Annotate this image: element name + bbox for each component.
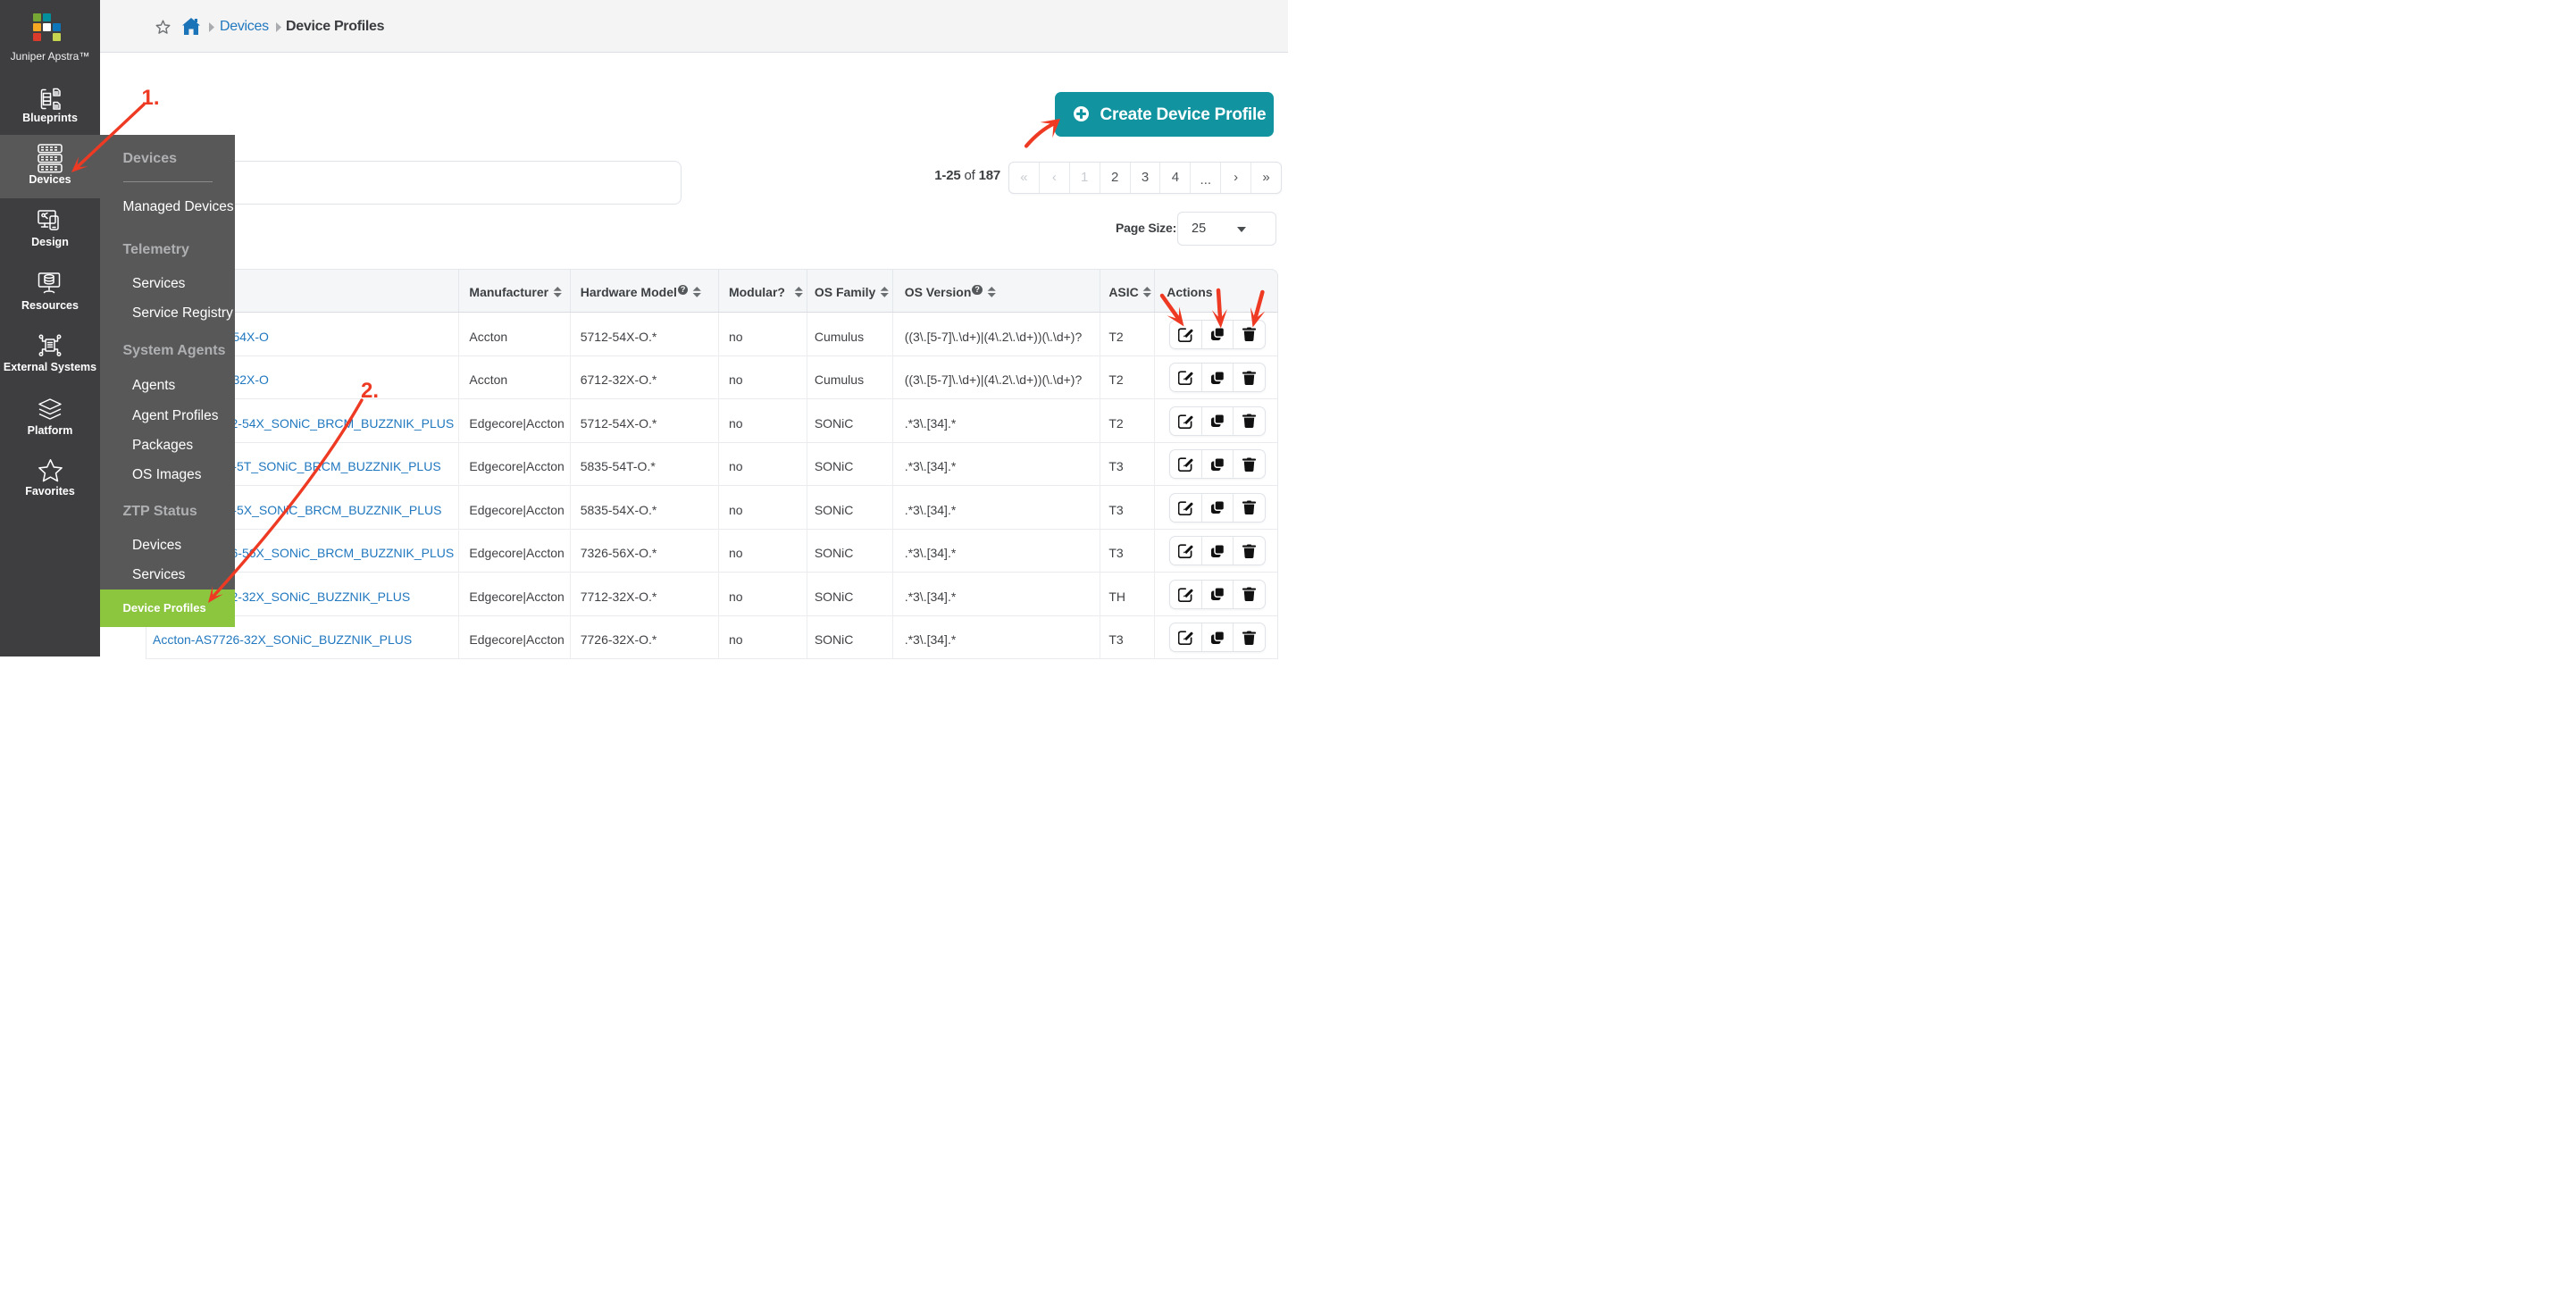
svg-text:1.: 1. — [142, 86, 160, 110]
